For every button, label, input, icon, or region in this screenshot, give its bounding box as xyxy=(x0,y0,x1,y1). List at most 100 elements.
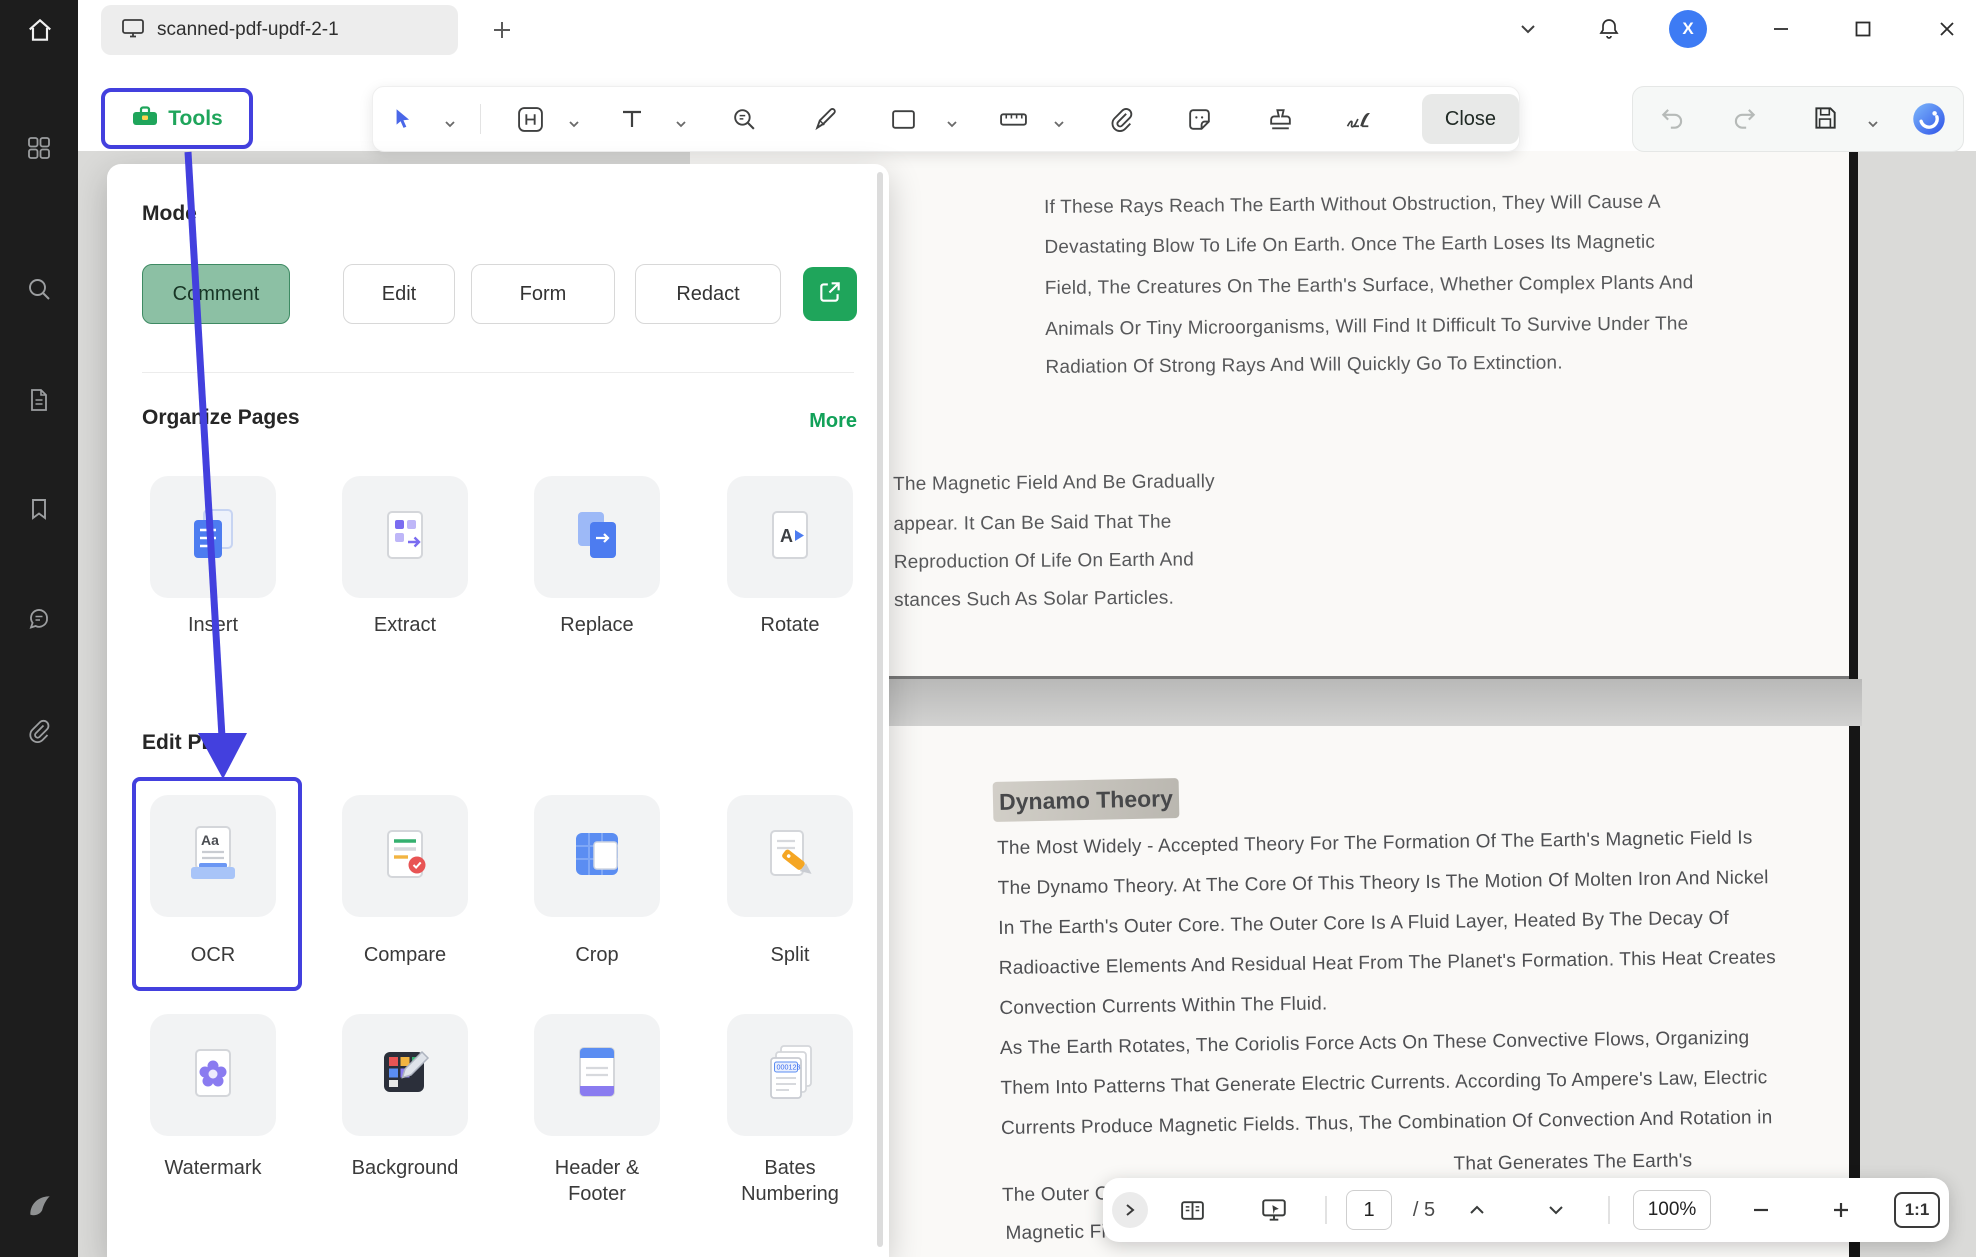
crop-card[interactable] xyxy=(534,795,660,917)
crop-label: Crop xyxy=(531,942,663,968)
mode-form-button[interactable]: Form xyxy=(471,264,615,324)
close-window-button[interactable] xyxy=(1934,18,1960,40)
svg-text:A: A xyxy=(780,526,793,546)
extract-pages-icon xyxy=(372,502,438,573)
home-icon[interactable] xyxy=(26,16,54,44)
header-footer-icon xyxy=(564,1040,630,1111)
stamp-tool-icon[interactable] xyxy=(1265,104,1295,134)
notifications-bell-icon[interactable] xyxy=(1596,16,1622,42)
updf-logo-icon[interactable] xyxy=(26,1192,54,1220)
ocr-icon: Aa xyxy=(180,821,246,892)
statusbar-divider xyxy=(1325,1196,1327,1224)
document-line-partial: Magnetic Fie xyxy=(1005,1221,1116,1245)
replace-pages-icon xyxy=(564,502,630,573)
measure-tool-dropdown-icon[interactable] xyxy=(1053,115,1065,123)
previous-page-icon[interactable] xyxy=(1463,1198,1491,1222)
ocr-card[interactable]: Aa xyxy=(150,795,276,917)
expand-panel-button[interactable] xyxy=(1112,1192,1148,1228)
svg-text:Aa: Aa xyxy=(201,832,219,848)
organize-more-link[interactable]: More xyxy=(771,410,857,433)
save-icon[interactable] xyxy=(1811,104,1839,137)
signature-tool-icon[interactable] xyxy=(1341,104,1379,134)
shape-tool-dropdown-icon[interactable] xyxy=(946,115,958,123)
mode-redact-button[interactable]: Redact xyxy=(635,264,781,324)
pen-tool-icon[interactable] xyxy=(810,104,840,134)
close-toolbar-button[interactable]: Close xyxy=(1422,94,1519,144)
header-footer-card[interactable] xyxy=(534,1014,660,1136)
undo-icon[interactable] xyxy=(1659,104,1687,137)
replace-card[interactable] xyxy=(534,476,660,598)
background-card[interactable] xyxy=(342,1014,468,1136)
background-label: Background xyxy=(339,1155,471,1181)
rotate-card[interactable]: A xyxy=(727,476,853,598)
toolbox-icon xyxy=(131,103,159,134)
document-line: Convection Currents Within The Fluid. xyxy=(999,993,1327,1020)
zoom-out-icon[interactable] xyxy=(1747,1196,1775,1224)
redo-icon[interactable] xyxy=(1730,104,1758,137)
page-number-input[interactable]: 1 xyxy=(1346,1190,1392,1230)
ocr-label: OCR xyxy=(147,942,279,968)
compare-label: Compare xyxy=(339,942,471,968)
bates-numbering-label: Bates Numbering xyxy=(724,1155,856,1207)
app-window: If These Rays Reach The Earth Without Ob… xyxy=(0,0,1976,1257)
crop-icon xyxy=(564,821,630,892)
actual-size-button[interactable]: 1:1 xyxy=(1894,1192,1940,1228)
document-line-partial: That Generates The Earth's xyxy=(1453,1150,1692,1175)
next-page-icon[interactable] xyxy=(1542,1198,1570,1222)
save-dropdown-icon[interactable] xyxy=(1867,115,1879,133)
comments-icon[interactable] xyxy=(26,606,54,634)
text-tool-dropdown-icon[interactable] xyxy=(675,115,687,123)
tools-button[interactable]: Tools xyxy=(101,88,253,149)
ai-assistant-icon[interactable] xyxy=(1911,101,1947,142)
compare-card[interactable] xyxy=(342,795,468,917)
pages-panel-icon[interactable] xyxy=(26,387,54,415)
rotate-label: Rotate xyxy=(724,612,856,638)
document-tab[interactable]: scanned-pdf-updf-2-1 xyxy=(101,5,458,55)
new-tab-button[interactable] xyxy=(488,16,516,44)
apps-grid-icon[interactable] xyxy=(26,135,54,163)
background-icon xyxy=(372,1040,438,1111)
replace-label: Replace xyxy=(531,612,663,638)
bates-numbering-card[interactable]: 000123 xyxy=(727,1014,853,1136)
watermark-icon xyxy=(180,1040,246,1111)
watermark-card[interactable] xyxy=(150,1014,276,1136)
account-avatar[interactable]: X xyxy=(1669,10,1707,48)
history-save-group xyxy=(1632,86,1964,152)
search-icon[interactable] xyxy=(26,276,54,304)
shape-tool-icon[interactable] xyxy=(888,104,918,134)
tab-title: scanned-pdf-updf-2-1 xyxy=(157,19,339,41)
attachments-icon[interactable] xyxy=(26,718,54,746)
extract-card[interactable] xyxy=(342,476,468,598)
highlight-tool-icon[interactable] xyxy=(515,104,545,134)
page-1-scan-edge xyxy=(1849,151,1858,679)
zoom-level-select[interactable]: 100% xyxy=(1633,1190,1711,1230)
presentation-mode-icon[interactable] xyxy=(1258,1196,1290,1224)
reading-view-icon[interactable] xyxy=(1177,1196,1207,1224)
search-annotation-icon[interactable] xyxy=(729,104,759,134)
insert-label: Insert xyxy=(147,612,279,638)
attach-file-icon[interactable] xyxy=(1106,104,1136,134)
document-heading: Dynamo Theory xyxy=(993,778,1180,822)
select-tool-dropdown-icon[interactable] xyxy=(444,115,456,123)
measure-tool-icon[interactable] xyxy=(998,104,1028,134)
minimize-button[interactable] xyxy=(1768,18,1794,40)
text-tool-icon[interactable] xyxy=(617,104,647,134)
document-line-partial: The Outer C xyxy=(1002,1183,1109,1206)
bates-badge-text: 000123 xyxy=(777,1062,801,1071)
highlight-tool-dropdown-icon[interactable] xyxy=(568,115,580,123)
select-tool-icon[interactable] xyxy=(387,104,417,134)
organize-section-title: Organize Pages xyxy=(142,406,300,430)
open-in-new-window-button[interactable] xyxy=(803,267,857,321)
maximize-button[interactable] xyxy=(1850,18,1876,40)
sticker-tool-icon[interactable] xyxy=(1184,104,1214,134)
tabs-dropdown-button[interactable] xyxy=(1516,18,1540,40)
split-card[interactable] xyxy=(727,795,853,917)
insert-card[interactable] xyxy=(150,476,276,598)
mode-comment-button[interactable]: Comment xyxy=(142,264,290,324)
panel-scrollbar[interactable] xyxy=(877,172,883,1247)
mode-edit-button[interactable]: Edit xyxy=(343,264,455,324)
compare-icon xyxy=(372,821,438,892)
bookmarks-icon[interactable] xyxy=(26,496,54,524)
statusbar-divider xyxy=(1608,1196,1610,1224)
zoom-in-icon[interactable] xyxy=(1827,1196,1855,1224)
